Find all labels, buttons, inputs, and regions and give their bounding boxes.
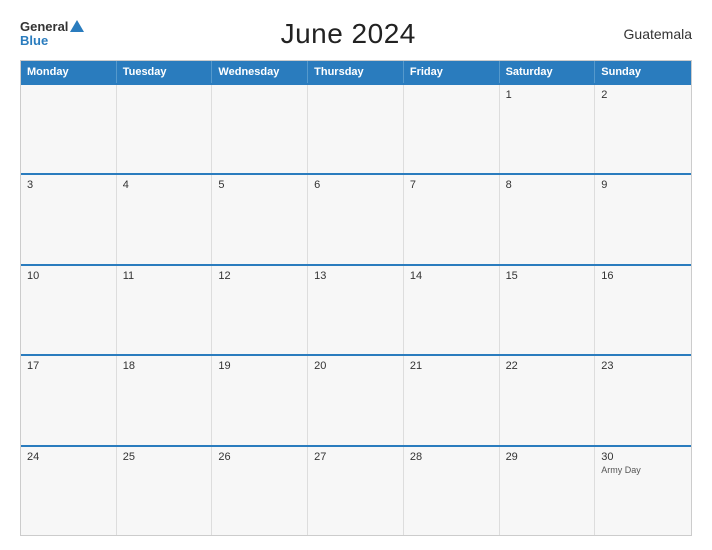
day-number: 1 <box>506 89 512 101</box>
day-number: 22 <box>506 360 518 372</box>
logo: General Blue <box>20 20 84 49</box>
calendar-day-cell: 4 <box>117 175 213 263</box>
calendar-day-cell: 25 <box>117 447 213 535</box>
day-number: 11 <box>123 270 134 282</box>
calendar-day-cell <box>212 85 308 173</box>
calendar-day-cell: 7 <box>404 175 500 263</box>
calendar-week-row: 12 <box>21 83 691 173</box>
calendar-day-cell: 17 <box>21 356 117 444</box>
day-number: 14 <box>410 270 422 282</box>
day-number: 13 <box>314 270 326 282</box>
calendar-day-cell <box>21 85 117 173</box>
calendar-day-cell: 19 <box>212 356 308 444</box>
day-number: 23 <box>601 360 613 372</box>
day-number: 8 <box>506 179 512 191</box>
calendar-title: June 2024 <box>281 18 416 50</box>
calendar-day-cell: 24 <box>21 447 117 535</box>
day-number: 27 <box>314 451 326 463</box>
day-number: 10 <box>27 270 39 282</box>
day-number: 15 <box>506 270 518 282</box>
day-number: 18 <box>123 360 135 372</box>
page: General Blue June 2024 Guatemala MondayT… <box>0 0 712 550</box>
calendar-day-cell: 14 <box>404 266 500 354</box>
day-number: 20 <box>314 360 326 372</box>
day-number: 9 <box>601 179 607 191</box>
calendar-week-row: 17 18 19 20 21 22 23 <box>21 354 691 444</box>
calendar-header-cell: Thursday <box>308 61 404 83</box>
day-number: 25 <box>123 451 135 463</box>
calendar-header-cell: Saturday <box>500 61 596 83</box>
calendar-day-cell: 9 <box>595 175 691 263</box>
day-number: 2 <box>601 89 607 101</box>
calendar-header-row: MondayTuesdayWednesdayThursdayFridaySatu… <box>21 61 691 83</box>
calendar-day-cell: 30 Army Day <box>595 447 691 535</box>
calendar-day-cell: 13 <box>308 266 404 354</box>
calendar-header-cell: Wednesday <box>212 61 308 83</box>
calendar-day-cell: 15 <box>500 266 596 354</box>
day-number: 21 <box>410 360 422 372</box>
calendar-day-cell: 8 <box>500 175 596 263</box>
day-number: 4 <box>123 179 129 191</box>
calendar-day-cell: 20 <box>308 356 404 444</box>
calendar-week-row: 3 4 5 6 7 8 9 <box>21 173 691 263</box>
calendar-day-cell: 10 <box>21 266 117 354</box>
country-label: Guatemala <box>612 26 692 42</box>
calendar-week-row: 10 11 12 13 14 15 16 <box>21 264 691 354</box>
calendar-day-cell: 5 <box>212 175 308 263</box>
day-number: 7 <box>410 179 416 191</box>
calendar-day-cell: 16 <box>595 266 691 354</box>
calendar-day-cell: 3 <box>21 175 117 263</box>
calendar-day-cell: 12 <box>212 266 308 354</box>
calendar-day-cell: 27 <box>308 447 404 535</box>
calendar-body: 1234567891011121314151617181920212223242… <box>21 83 691 535</box>
day-number: 30 <box>601 451 613 463</box>
day-number: 17 <box>27 360 39 372</box>
calendar-day-cell: 29 <box>500 447 596 535</box>
calendar-day-cell: 18 <box>117 356 213 444</box>
calendar-header-cell: Monday <box>21 61 117 83</box>
calendar-day-cell: 6 <box>308 175 404 263</box>
calendar-header-cell: Sunday <box>595 61 691 83</box>
day-number: 26 <box>218 451 230 463</box>
calendar-day-cell <box>308 85 404 173</box>
calendar: MondayTuesdayWednesdayThursdayFridaySatu… <box>20 60 692 536</box>
calendar-header-cell: Tuesday <box>117 61 213 83</box>
calendar-day-cell: 28 <box>404 447 500 535</box>
calendar-day-cell: 2 <box>595 85 691 173</box>
logo-general-text: General <box>20 20 68 34</box>
day-number: 16 <box>601 270 613 282</box>
day-number: 24 <box>27 451 39 463</box>
calendar-day-cell <box>117 85 213 173</box>
header: General Blue June 2024 Guatemala <box>20 18 692 50</box>
calendar-day-cell: 21 <box>404 356 500 444</box>
day-number: 5 <box>218 179 224 191</box>
logo-triangle-icon <box>70 20 84 32</box>
logo-blue-text: Blue <box>20 34 48 48</box>
calendar-day-cell: 23 <box>595 356 691 444</box>
calendar-day-cell <box>404 85 500 173</box>
calendar-day-cell: 26 <box>212 447 308 535</box>
calendar-day-cell: 11 <box>117 266 213 354</box>
holiday-label: Army Day <box>601 465 685 475</box>
day-number: 6 <box>314 179 320 191</box>
calendar-day-cell: 22 <box>500 356 596 444</box>
day-number: 28 <box>410 451 422 463</box>
day-number: 19 <box>218 360 230 372</box>
day-number: 29 <box>506 451 518 463</box>
day-number: 3 <box>27 179 33 191</box>
calendar-week-row: 24 25 26 27 28 29 30 Army Day <box>21 445 691 535</box>
calendar-day-cell: 1 <box>500 85 596 173</box>
calendar-header-cell: Friday <box>404 61 500 83</box>
day-number: 12 <box>218 270 230 282</box>
